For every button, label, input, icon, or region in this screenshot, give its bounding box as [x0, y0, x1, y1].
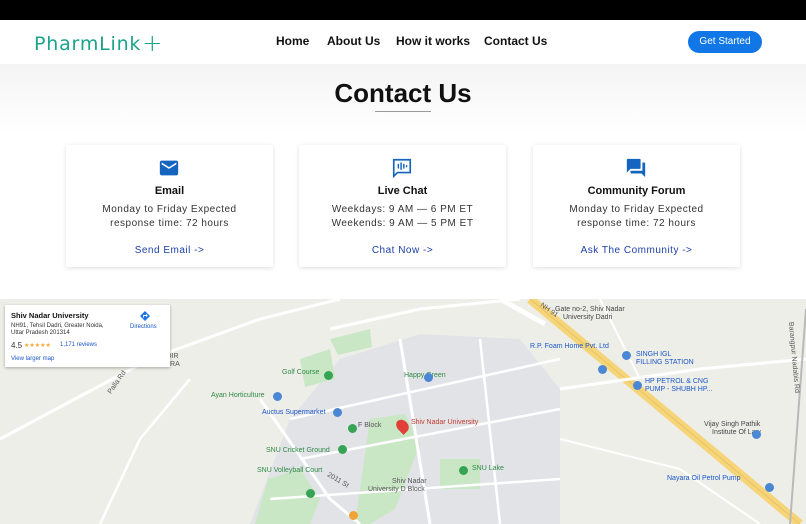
- nav-home[interactable]: Home: [276, 34, 309, 48]
- map-label: Shiv Nadar University: [411, 419, 479, 426]
- shop-pin-icon[interactable]: [273, 392, 282, 401]
- card-line: response time: 72 hours: [110, 218, 229, 229]
- map-label: F Block: [358, 422, 382, 429]
- contact-card-community-forum: Community Forum Monday to Friday Expecte…: [533, 145, 740, 267]
- navbar: PharmLink+ Home About Us How it works Co…: [0, 20, 806, 64]
- map-label: SNU Volleyball Court: [257, 467, 323, 474]
- get-started-button[interactable]: Get Started: [688, 31, 762, 53]
- fuel-pin-icon[interactable]: [765, 483, 774, 492]
- place-name: Shiv Nadar University: [11, 311, 89, 320]
- map-label: University D Block: [368, 486, 425, 493]
- map-label: PUMP - SHUBH HP...: [645, 386, 713, 393]
- map-label: University Dadri: [563, 314, 613, 321]
- map-label: SINGH IGL: [636, 351, 672, 358]
- nav-about-us[interactable]: About Us: [327, 34, 380, 48]
- map-label: Nayara Oil Petrol Pump: [667, 475, 741, 482]
- place-pin-icon[interactable]: [348, 424, 357, 433]
- contact-card-live-chat: Live Chat Weekdays: 9 AM — 6 PM ET Weeke…: [299, 145, 506, 267]
- card-line: Weekdays: 9 AM — 6 PM ET: [331, 204, 474, 215]
- shop-pin-icon[interactable]: [333, 408, 342, 417]
- nav-how-it-works[interactable]: How it works: [396, 34, 470, 48]
- logo-plus: +: [142, 29, 164, 57]
- fuel-pin-icon[interactable]: [622, 351, 631, 360]
- shop-pin-icon[interactable]: [424, 373, 433, 382]
- send-email-link[interactable]: Send Email ->: [66, 245, 273, 256]
- card-heading: Live Chat: [377, 185, 428, 197]
- school-pin-icon[interactable]: [752, 430, 761, 439]
- golf-pin-icon[interactable]: [324, 371, 333, 380]
- card-line: Monday to Friday Expected: [102, 204, 237, 215]
- logo-text: PharmLink: [34, 33, 142, 55]
- ask-community-link[interactable]: Ask The Community ->: [533, 245, 740, 256]
- card-heading: Email: [154, 185, 185, 197]
- map-label: Gate no-2, Shiv Nadar: [555, 306, 625, 313]
- embedded-map[interactable]: Gate no-2, Shiv Nadar University Dadri R…: [0, 299, 806, 524]
- card-line: response time: 72 hours: [577, 218, 696, 229]
- title-underline: [375, 111, 431, 112]
- place-rating: 4.5: [11, 341, 23, 350]
- fuel-pin-icon[interactable]: [633, 381, 642, 390]
- map-label: HP PETROL & CNG: [645, 378, 709, 385]
- park-pin-icon[interactable]: [306, 489, 315, 498]
- reviews-link[interactable]: 1,171 reviews: [60, 342, 97, 348]
- stadium-pin-icon[interactable]: [338, 445, 347, 454]
- logo[interactable]: PharmLink+: [34, 28, 164, 57]
- place-address: Uttar Pradesh 201314: [11, 330, 70, 336]
- map-label: SNU Lake: [472, 465, 504, 472]
- map-label: Shiv Nadar: [392, 478, 427, 485]
- map-info-card: Shiv Nadar University NH91, Tehsil Dadri…: [5, 305, 170, 367]
- map-label: SNU Cricket Ground: [266, 447, 330, 454]
- card-heading: Community Forum: [587, 185, 686, 197]
- place-address: NH91, Tehsil Dadri, Greater Noida,: [11, 323, 104, 329]
- fuel-pin-icon[interactable]: [598, 365, 607, 374]
- contact-card-email: Email Monday to Friday Expected response…: [66, 145, 273, 267]
- rating-stars-icon: ★★★★★: [24, 343, 51, 349]
- map-label: Auctus Supermarket: [262, 409, 326, 416]
- directions-link[interactable]: Directions: [130, 324, 157, 330]
- forum-icon: [626, 158, 646, 178]
- map-label: FILLING STATION: [636, 359, 694, 366]
- card-line: Monday to Friday Expected: [569, 204, 704, 215]
- mail-icon: [159, 160, 179, 176]
- park-pin-icon[interactable]: [459, 466, 468, 475]
- map-label: Golf Course: [282, 369, 320, 376]
- food-pin-icon[interactable]: [349, 511, 358, 520]
- view-larger-map-link[interactable]: View larger map: [11, 356, 54, 362]
- directions-icon[interactable]: [139, 310, 151, 322]
- chat-now-link[interactable]: Chat Now ->: [299, 245, 506, 256]
- page-title: Contact Us: [334, 78, 472, 108]
- map-label: R.P. Foam Home Pvt. Ltd: [530, 343, 609, 350]
- card-line: Weekends: 9 AM — 5 PM ET: [331, 218, 474, 229]
- top-strip: [0, 0, 806, 20]
- chat-icon: [392, 158, 412, 179]
- nav-contact-us[interactable]: Contact Us: [484, 34, 547, 48]
- map-label: Ayan Horticulture: [211, 392, 265, 399]
- map-label: Vijay Singh Pathik: [704, 421, 761, 428]
